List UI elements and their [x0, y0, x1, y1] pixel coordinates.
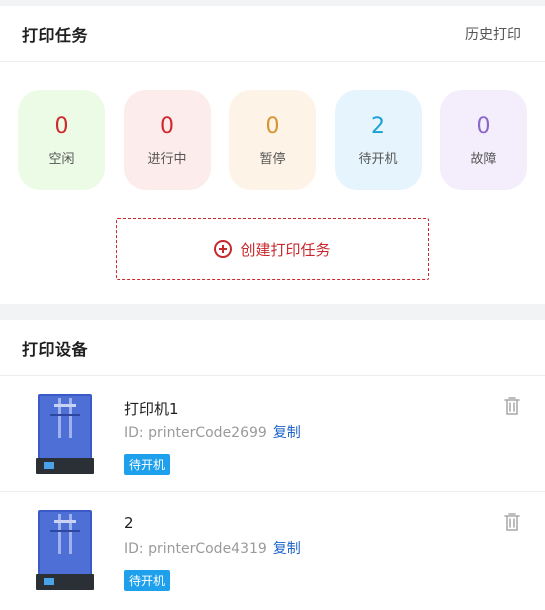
copy-id-link[interactable]: 复制 [273, 425, 301, 441]
status-in-progress[interactable]: 0 进行中 [123, 90, 211, 190]
status-paused[interactable]: 0 暂停 [229, 90, 316, 190]
status-summary: 0 空闲 0 进行中 0 暂停 2 待开机 0 故障 [18, 90, 527, 190]
status-label: 暂停 [259, 151, 286, 167]
print-device-card: 打印设备 打印机1 ID: printerCode2699 复制 待开机 2 I… [0, 320, 545, 610]
task-header: 打印任务 历史打印 [0, 6, 545, 62]
trash-icon[interactable] [503, 396, 521, 416]
device-id-prefix: ID: [124, 541, 149, 557]
device-list-item[interactable]: 2 ID: printerCode4319 复制 待开机 [0, 492, 545, 608]
history-print-link[interactable]: 历史打印 [465, 24, 521, 44]
device-name: 打印机1 [124, 400, 179, 418]
task-section-title: 打印任务 [22, 25, 89, 45]
create-print-task-button[interactable]: 创建打印任务 [116, 218, 429, 280]
copy-id-link[interactable]: 复制 [273, 541, 301, 557]
status-waiting-power-on[interactable]: 2 待开机 [334, 90, 422, 190]
status-label: 故障 [470, 151, 497, 167]
device-name: 2 [124, 514, 134, 532]
status-fault[interactable]: 0 故障 [440, 90, 527, 190]
status-label: 待开机 [358, 151, 398, 167]
printer-image [36, 394, 94, 474]
device-list-item[interactable]: 打印机1 ID: printerCode2699 复制 待开机 [0, 376, 545, 492]
device-id: printerCode4319 [148, 541, 267, 557]
printer-image [36, 510, 94, 590]
status-idle[interactable]: 0 空闲 [18, 90, 105, 190]
status-label: 空闲 [48, 151, 75, 167]
status-count: 0 [476, 113, 491, 139]
status-count: 2 [371, 113, 385, 139]
trash-icon[interactable] [503, 512, 521, 532]
status-label: 进行中 [147, 151, 187, 167]
device-id: printerCode2699 [148, 425, 267, 441]
device-id-line: ID: printerCode4319 复制 [124, 538, 301, 558]
create-task-label: 创建打印任务 [240, 240, 331, 259]
device-id-line: ID: printerCode2699 复制 [124, 422, 301, 442]
device-header: 打印设备 [0, 320, 545, 376]
status-count: 0 [54, 113, 69, 139]
status-count: 0 [160, 113, 174, 139]
device-status-tag: 待开机 [124, 454, 171, 475]
print-task-card: 打印任务 历史打印 0 空闲 0 进行中 0 暂停 2 待开机 0 故障 创建打… [0, 6, 545, 304]
device-section-title: 打印设备 [22, 339, 89, 359]
plus-circle-icon [214, 240, 233, 258]
device-status-tag: 待开机 [124, 570, 171, 591]
status-count: 0 [265, 113, 280, 139]
device-id-prefix: ID: [124, 425, 149, 441]
